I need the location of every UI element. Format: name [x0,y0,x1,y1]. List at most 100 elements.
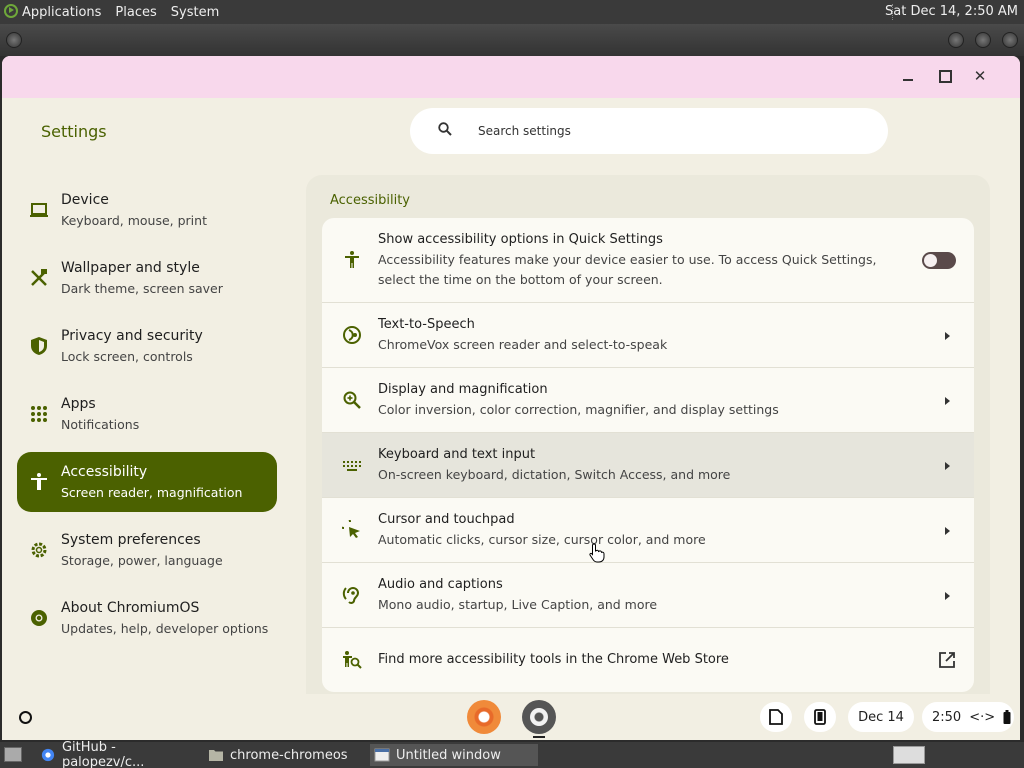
row-keyboard-text-input[interactable]: Keyboard and text input On-screen keyboa… [322,433,974,498]
chevron-right-icon [945,527,950,535]
sidebar-item-label: Privacy and security [61,328,203,344]
frame-menu-icon[interactable] [6,32,22,48]
task-untitled-window[interactable]: Untitled window [370,744,538,766]
sidebar-item-accessibility[interactable]: Accessibility Screen reader, magnificati… [17,452,277,512]
find-accessibility-tools-icon [343,651,362,669]
sidebar-item-apps[interactable]: Apps Notifications [17,384,277,444]
row-chrome-web-store[interactable]: Find more accessibility tools in the Chr… [322,628,974,692]
sidebar-item-sublabel: Keyboard, mouse, print [61,213,207,228]
applications-logo-icon[interactable] [4,4,18,18]
shield-icon [31,337,47,355]
phone-icon [814,709,826,725]
sidebar-item-system-preferences[interactable]: System preferences Storage, power, langu… [17,520,277,580]
external-link-icon[interactable] [938,651,956,669]
battery-icon [1003,710,1011,724]
file-icon [769,709,783,725]
sidebar-item-label: Device [61,192,109,208]
row-description: ChromeVox screen reader and select-to-sp… [378,337,668,352]
tote-button[interactable] [760,702,792,732]
search-icon [438,122,452,136]
menu-system[interactable]: System [171,5,219,20]
row-title: Find more accessibility tools in the Chr… [378,652,729,667]
shelf: Dec 14 2:50 <·> [2,694,1020,740]
sidebar-item-sublabel: Notifications [61,417,140,432]
browser-app-icon[interactable] [467,700,501,734]
sidebar-item-sublabel: Screen reader, magnification [61,485,243,500]
window-icon [374,748,390,762]
task-github[interactable]: GitHub - palopezv/c... [36,740,202,768]
row-description: On-screen keyboard, dictation, Switch Ac… [378,467,731,482]
accessibility-card: Show accessibility options in Quick Sett… [322,218,974,692]
chromium-icon [41,748,55,762]
sidebar-item-about[interactable]: About ChromiumOS Updates, help, develope… [17,588,277,648]
menu-applications[interactable]: Applications [22,5,101,20]
text-to-speech-icon [343,326,361,344]
maximize-button[interactable] [932,64,956,88]
panel-clock[interactable]: Sat Dec 14, 2:50 AM [885,4,1018,19]
row-title: Show accessibility options in Quick Sett… [378,232,663,247]
search-input[interactable] [478,120,858,142]
menu-places[interactable]: Places [115,5,156,20]
accessibility-icon [31,473,47,490]
sidebar-item-privacy[interactable]: Privacy and security Lock screen, contro… [17,316,277,376]
laptop-icon [30,203,48,217]
sidebar-item-label: System preferences [61,532,201,548]
window-caption-bar: ✕ [2,56,1020,98]
sidebar-item-label: Apps [61,396,96,412]
row-audio-captions[interactable]: Audio and captions Mono audio, startup, … [322,563,974,628]
paint-icon [31,269,47,286]
sidebar-item-sublabel: Storage, power, language [61,553,223,568]
sidebar-item-label: About ChromiumOS [61,600,200,616]
task-label: Untitled window [396,747,501,763]
settings-title: Settings [41,122,107,141]
sidebar-item-wallpaper[interactable]: Wallpaper and style Dark theme, screen s… [17,248,277,308]
frame-close-icon[interactable] [1002,32,1018,48]
settings-app-icon[interactable] [522,700,556,734]
row-title: Text-to-Speech [378,317,475,332]
row-cursor-touchpad[interactable]: Cursor and touchpad Automatic clicks, cu… [322,498,974,563]
row-display-magnification[interactable]: Display and magnification Color inversio… [322,368,974,433]
main-panel: Accessibility Show accessibility options… [306,175,990,694]
apps-grid-icon [31,406,47,422]
row-quick-settings[interactable]: Show accessibility options in Quick Sett… [322,218,974,303]
search-box[interactable] [410,108,888,154]
date-tray[interactable]: Dec 14 [848,702,914,732]
task-folder[interactable]: chrome-chromeos [204,744,364,766]
row-title: Cursor and touchpad [378,512,515,527]
chevron-right-icon [945,462,950,470]
minimize-button[interactable] [896,64,920,88]
quick-settings-toggle[interactable] [922,252,956,269]
status-tray[interactable]: 2:50 <·> [922,702,1014,732]
network-icon: <·> [969,709,996,725]
task-label: chrome-chromeos [230,747,348,763]
chevron-right-icon [945,397,950,405]
sidebar-item-sublabel: Dark theme, screen saver [61,281,223,296]
folder-icon [209,750,223,761]
sidebar-item-sublabel: Updates, help, developer options [61,621,269,636]
sidebar-item-label: Wallpaper and style [61,260,200,276]
phone-hub-button[interactable] [804,702,836,732]
row-description: Accessibility features make your device … [378,252,877,287]
sidebar-item-label: Accessibility [61,464,148,480]
workspace-switcher-icon[interactable] [893,746,925,764]
task-label: GitHub - palopezv/c... [61,740,145,768]
magnifier-icon [343,391,361,409]
launcher-button[interactable] [19,711,32,724]
frame-minimize-icon[interactable] [948,32,964,48]
row-description: Automatic clicks, cursor size, cursor co… [378,532,706,547]
row-title: Keyboard and text input [378,447,536,462]
sidebar-item-sublabel: Lock screen, controls [61,349,193,364]
keyboard-icon [343,461,361,471]
row-text-to-speech[interactable]: Text-to-Speech ChromeVox screen reader a… [322,303,974,368]
chevron-right-icon [945,332,950,340]
top-panel: Applications Places System Sat Dec 14, 2… [0,0,1024,24]
row-title: Display and magnification [378,382,548,397]
sidebar-nav: Device Keyboard, mouse, print Wallpaper … [17,180,277,656]
frame-maximize-icon[interactable] [975,32,991,48]
close-button[interactable]: ✕ [968,64,992,88]
sidebar-item-device[interactable]: Device Keyboard, mouse, print [17,180,277,240]
show-desktop-icon[interactable] [4,747,22,762]
settings-window: ✕ Settings Device Keyboard, mouse, print… [2,56,1020,694]
row-title: Audio and captions [378,577,503,592]
window-frame-bar [0,24,1024,56]
